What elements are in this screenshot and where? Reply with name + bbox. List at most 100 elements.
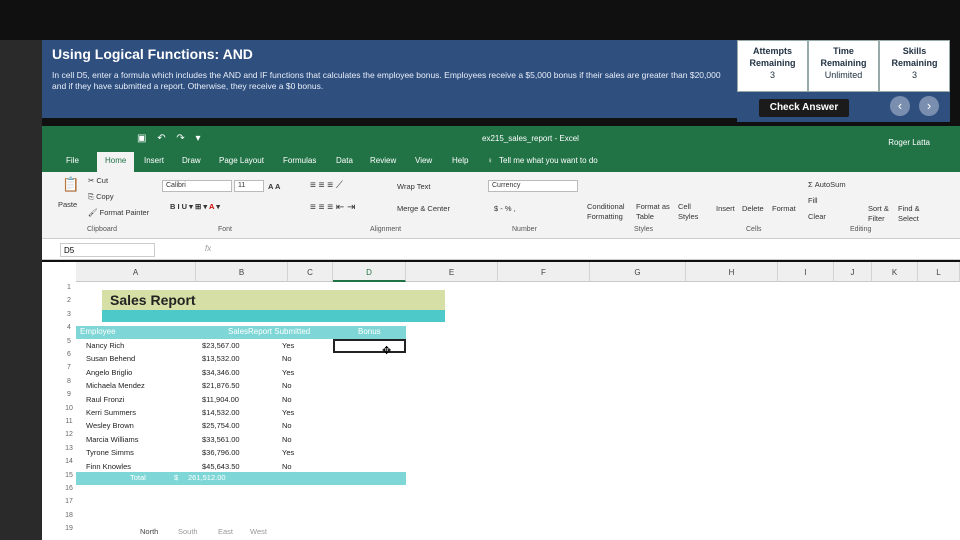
row-header[interactable]: 5 bbox=[62, 338, 76, 345]
format-button[interactable]: Format bbox=[772, 204, 796, 213]
row-header[interactable]: 18 bbox=[62, 512, 76, 519]
cut-button[interactable]: ✂ Cut bbox=[88, 176, 108, 185]
row-header[interactable]: 3 bbox=[62, 311, 76, 318]
row-header[interactable]: 12 bbox=[62, 431, 76, 438]
employee-name[interactable]: Kerri Summers bbox=[86, 408, 136, 417]
employee-sales[interactable]: $11,904.00 bbox=[202, 395, 239, 404]
tab-home[interactable]: Home bbox=[97, 152, 135, 172]
employee-sales[interactable]: $25,754.00 bbox=[202, 421, 240, 430]
col-header-d[interactable]: D bbox=[333, 262, 406, 282]
selected-cell-d5[interactable] bbox=[333, 339, 406, 353]
row-header[interactable]: 6 bbox=[62, 351, 76, 358]
tab-help[interactable]: Help bbox=[452, 156, 468, 165]
font-size-buttons[interactable]: A A bbox=[268, 182, 280, 191]
sheet-tab-east[interactable]: East bbox=[218, 527, 233, 536]
format-painter-button[interactable]: 🖌 Format Painter bbox=[88, 208, 149, 217]
tell-me-box[interactable]: Tell me what you want to do bbox=[499, 156, 598, 165]
sheet-tab-north[interactable]: North bbox=[140, 527, 158, 536]
col-header-b[interactable]: B bbox=[196, 262, 288, 282]
row-header[interactable]: 16 bbox=[62, 485, 76, 492]
row-header[interactable]: 10 bbox=[62, 405, 76, 412]
paste-button[interactable]: Paste bbox=[58, 200, 77, 209]
format-as-table-button[interactable]: Format as Table bbox=[636, 202, 676, 222]
row-header[interactable]: 13 bbox=[62, 445, 76, 452]
employee-sales[interactable]: $23,567.00 bbox=[202, 341, 240, 350]
row-header[interactable]: 8 bbox=[62, 378, 76, 385]
employee-name[interactable]: Marcia Williams bbox=[86, 435, 139, 444]
col-header-j[interactable]: J bbox=[834, 262, 872, 282]
employee-name[interactable]: Tyrone Simms bbox=[86, 448, 134, 457]
employee-report[interactable]: Yes bbox=[282, 408, 294, 417]
col-header-k[interactable]: K bbox=[872, 262, 918, 282]
sort-filter-button[interactable]: Sort & Filter bbox=[868, 204, 898, 224]
employee-name[interactable]: Raul Fronzi bbox=[86, 395, 124, 404]
employee-name[interactable]: Angelo Briglio bbox=[86, 368, 132, 377]
previous-icon[interactable]: ‹ bbox=[890, 96, 910, 116]
cell-styles-button[interactable]: Cell Styles bbox=[678, 202, 708, 222]
employee-name[interactable]: Finn Knowles bbox=[86, 462, 131, 471]
col-header-c[interactable]: C bbox=[288, 262, 333, 282]
row-header[interactable]: 4 bbox=[62, 324, 76, 331]
copy-button[interactable]: ⎘ Copy bbox=[88, 192, 114, 202]
employee-name[interactable]: Wesley Brown bbox=[86, 421, 134, 430]
employee-sales[interactable]: $36,796.00 bbox=[202, 448, 240, 457]
employee-sales[interactable]: $13,532.00 bbox=[202, 354, 240, 363]
sheet-tab-south[interactable]: South bbox=[178, 527, 198, 536]
sheet-tab-west[interactable]: West bbox=[250, 527, 267, 536]
next-icon[interactable]: › bbox=[919, 96, 939, 116]
wrap-text-button[interactable]: Wrap Text bbox=[397, 182, 431, 191]
employee-report[interactable]: No bbox=[282, 395, 292, 404]
tab-draw[interactable]: Draw bbox=[182, 156, 201, 165]
employee-name[interactable]: Nancy Rich bbox=[86, 341, 124, 350]
align-h-icons[interactable]: ≡ ≡ ≡ ⇤ ⇥ bbox=[310, 202, 355, 213]
employee-report[interactable]: Yes bbox=[282, 448, 294, 457]
bold-italic-underline[interactable]: B I U ▾ ⊞ ▾ A ▾ bbox=[170, 202, 220, 211]
employee-report[interactable]: Yes bbox=[282, 368, 294, 377]
employee-report[interactable]: No bbox=[282, 421, 292, 430]
employee-report[interactable]: No bbox=[282, 462, 292, 471]
row-header[interactable]: 11 bbox=[62, 418, 76, 425]
tab-data[interactable]: Data bbox=[336, 156, 353, 165]
col-header-h[interactable]: H bbox=[686, 262, 778, 282]
employee-report[interactable]: Yes bbox=[282, 341, 294, 350]
align-icons[interactable]: ≡ ≡ ≡ ⟋ bbox=[310, 180, 343, 191]
row-header[interactable]: 7 bbox=[62, 364, 76, 371]
employee-name[interactable]: Michaela Mendez bbox=[86, 381, 145, 390]
find-select-button[interactable]: Find & Select bbox=[898, 204, 928, 224]
merge-center-button[interactable]: Merge & Center bbox=[397, 204, 450, 213]
col-header-a[interactable]: A bbox=[76, 262, 196, 282]
row-header[interactable]: 17 bbox=[62, 498, 76, 505]
employee-report[interactable]: No bbox=[282, 354, 292, 363]
employee-sales[interactable]: $14,532.00 bbox=[202, 408, 240, 417]
row-header[interactable]: 2 bbox=[62, 297, 76, 304]
employee-sales[interactable]: $33,561.00 bbox=[202, 435, 240, 444]
col-header-l[interactable]: L bbox=[918, 262, 960, 282]
col-header-f[interactable]: F bbox=[498, 262, 590, 282]
tab-formulas[interactable]: Formulas bbox=[283, 156, 316, 165]
tab-page-layout[interactable]: Page Layout bbox=[219, 156, 264, 165]
number-format-select[interactable]: Currency bbox=[488, 180, 578, 192]
col-header-e[interactable]: E bbox=[406, 262, 498, 282]
col-header-i[interactable]: I bbox=[778, 262, 834, 282]
name-box[interactable]: D5 bbox=[60, 243, 155, 257]
employee-name[interactable]: Susan Behend bbox=[86, 354, 135, 363]
autosum-button[interactable]: Σ AutoSum bbox=[808, 180, 846, 189]
font-name-select[interactable]: Calibri bbox=[162, 180, 232, 192]
employee-sales[interactable]: $21,876.50 bbox=[202, 381, 240, 390]
tab-review[interactable]: Review bbox=[370, 156, 396, 165]
worksheet[interactable]: A B C D E F G H I J K L 1 2 3 4 5 6 7 8 9 10 11 12 1… bbox=[42, 262, 960, 540]
employee-sales[interactable]: $45,643.50 bbox=[202, 462, 240, 471]
check-answer-button[interactable]: Check Answer bbox=[759, 99, 849, 117]
row-header[interactable]: 14 bbox=[62, 458, 76, 465]
employee-report[interactable]: No bbox=[282, 435, 292, 444]
tab-insert[interactable]: Insert bbox=[144, 156, 164, 165]
font-size-select[interactable]: 11 bbox=[234, 180, 264, 192]
quick-access-icons[interactable]: ▣ ↶ ↷ ▾ bbox=[137, 133, 205, 144]
row-header[interactable]: 1 bbox=[62, 284, 76, 291]
tab-file[interactable]: File bbox=[66, 156, 79, 165]
insert-button[interactable]: Insert bbox=[716, 204, 735, 213]
number-format-buttons[interactable]: $ - % , bbox=[494, 204, 516, 213]
fx-icon[interactable]: fx bbox=[205, 244, 211, 253]
row-header[interactable]: 19 bbox=[62, 525, 76, 532]
tab-view[interactable]: View bbox=[415, 156, 432, 165]
